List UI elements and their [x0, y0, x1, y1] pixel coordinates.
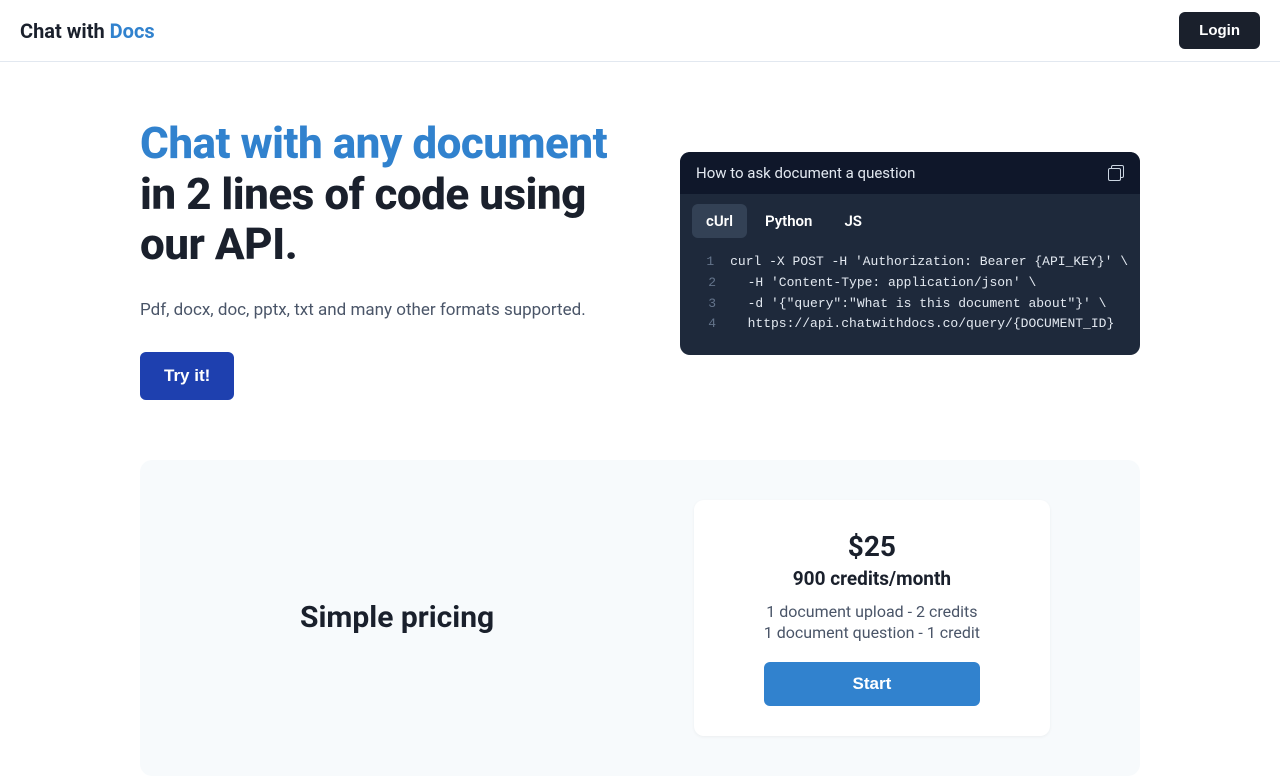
code-tabs: cUrl Python JS — [680, 194, 1140, 238]
try-button[interactable]: Try it! — [140, 352, 234, 400]
code-text: https://api.chatwithdocs.co/query/{DOCUM… — [732, 314, 1114, 335]
pricing-card: $25 900 credits/month 1 document upload … — [694, 500, 1050, 736]
code-text: curl -X POST -H 'Authorization: Bearer {… — [730, 252, 1128, 273]
logo-text: Chat with — [20, 19, 110, 43]
credits: 900 credits/month — [764, 567, 980, 590]
pricing-title: Simple pricing — [300, 600, 494, 635]
code-line: 4 https://api.chatwithdocs.co/query/{DOC… — [692, 314, 1128, 335]
tab-curl[interactable]: cUrl — [692, 204, 747, 238]
main-content: Chat with any document in 2 lines of cod… — [0, 62, 1280, 776]
line-number: 4 — [692, 314, 716, 335]
line-number: 2 — [692, 273, 716, 294]
line-number: 1 — [692, 252, 714, 273]
tab-js[interactable]: JS — [830, 204, 876, 238]
hero-title-rest: in 2 lines of code using our API. — [140, 168, 586, 271]
code-body: 1 curl -X POST -H 'Authorization: Bearer… — [680, 238, 1140, 355]
hero-section: Chat with any document in 2 lines of cod… — [140, 118, 1140, 400]
line-number: 3 — [692, 294, 716, 315]
price: $25 — [764, 530, 980, 563]
price-detail-2: 1 document question - 1 credit — [764, 623, 980, 642]
code-line: 2 -H 'Content-Type: application/json' \ — [692, 273, 1128, 294]
header: Chat with Docs Login — [0, 0, 1280, 62]
hero-title-accent: Chat with any document — [140, 117, 607, 169]
code-text: -H 'Content-Type: application/json' \ — [732, 273, 1036, 294]
hero-title: Chat with any document in 2 lines of cod… — [140, 118, 620, 270]
logo-accent: Docs — [110, 19, 155, 43]
start-button[interactable]: Start — [764, 662, 980, 706]
copy-icon[interactable] — [1108, 165, 1124, 181]
code-title: How to ask document a question — [696, 164, 915, 182]
code-text: -d '{"query":"What is this document abou… — [732, 294, 1106, 315]
price-detail-1: 1 document upload - 2 credits — [764, 602, 980, 621]
tab-python[interactable]: Python — [751, 204, 826, 238]
code-line: 3 -d '{"query":"What is this document ab… — [692, 294, 1128, 315]
pricing-section: Simple pricing $25 900 credits/month 1 d… — [140, 460, 1140, 776]
hero-left: Chat with any document in 2 lines of cod… — [140, 118, 620, 400]
login-button[interactable]: Login — [1179, 12, 1260, 49]
code-card: How to ask document a question cUrl Pyth… — [680, 152, 1140, 355]
code-header: How to ask document a question — [680, 152, 1140, 194]
code-line: 1 curl -X POST -H 'Authorization: Bearer… — [692, 252, 1128, 273]
logo[interactable]: Chat with Docs — [20, 19, 155, 43]
hero-subtitle: Pdf, docx, doc, pptx, txt and many other… — [140, 300, 620, 320]
